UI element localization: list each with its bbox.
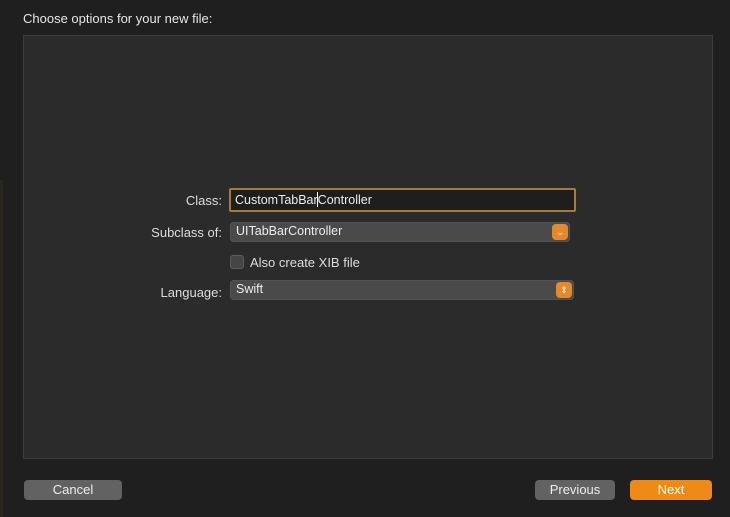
chevron-down-icon[interactable]: ⌄ <box>552 224 568 240</box>
language-label: Language: <box>160 285 222 300</box>
language-value: Swift <box>236 282 264 296</box>
create-xib-label: Also create XIB file <box>250 255 360 270</box>
class-label: Class: <box>185 193 222 208</box>
subclass-label: Subclass of: <box>151 225 222 240</box>
options-panel <box>23 35 713 459</box>
previous-button[interactable]: Previous <box>535 480 615 500</box>
window-edge-strip <box>0 180 3 517</box>
sheet-title: Choose options for your new file: <box>23 11 213 26</box>
subclass-dropdown[interactable]: UITabBarController ⌄ <box>230 222 570 242</box>
cancel-button[interactable]: Cancel <box>24 480 122 500</box>
text-cursor <box>317 192 318 207</box>
class-name-input[interactable] <box>229 188 576 212</box>
next-button[interactable]: Next <box>630 480 712 500</box>
up-down-chevron-icon[interactable]: ⇕ <box>556 282 572 298</box>
subclass-value: UITabBarController <box>236 224 343 238</box>
create-xib-checkbox[interactable] <box>230 255 244 269</box>
new-file-options-sheet: Choose options for your new file: Class:… <box>0 0 730 517</box>
language-dropdown[interactable]: Swift ⇕ <box>230 280 574 300</box>
